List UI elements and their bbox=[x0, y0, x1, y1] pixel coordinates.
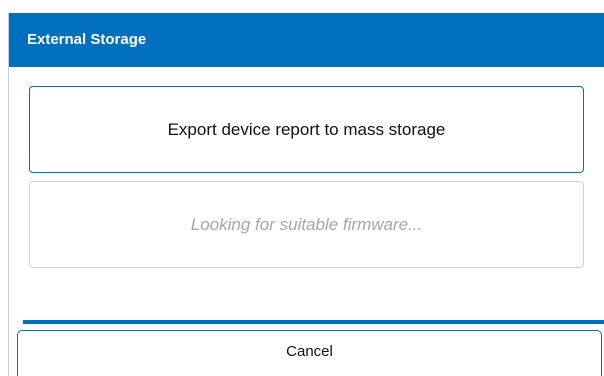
cancel-button[interactable]: Cancel bbox=[17, 330, 602, 376]
firmware-search-status-button: Looking for suitable firmware... bbox=[29, 181, 584, 268]
export-device-report-button[interactable]: Export device report to mass storage bbox=[29, 86, 584, 173]
screen: External Storage Export device report to… bbox=[0, 0, 604, 376]
footer-divider bbox=[23, 320, 604, 324]
dialog-title: External Storage bbox=[27, 31, 147, 48]
dialog-header: External Storage bbox=[9, 13, 604, 67]
cancel-button-label: Cancel bbox=[286, 343, 333, 360]
export-device-report-label: Export device report to mass storage bbox=[167, 119, 446, 139]
external-storage-dialog: External Storage Export device report to… bbox=[8, 13, 604, 376]
firmware-search-status-label: Looking for suitable firmware... bbox=[190, 214, 423, 234]
